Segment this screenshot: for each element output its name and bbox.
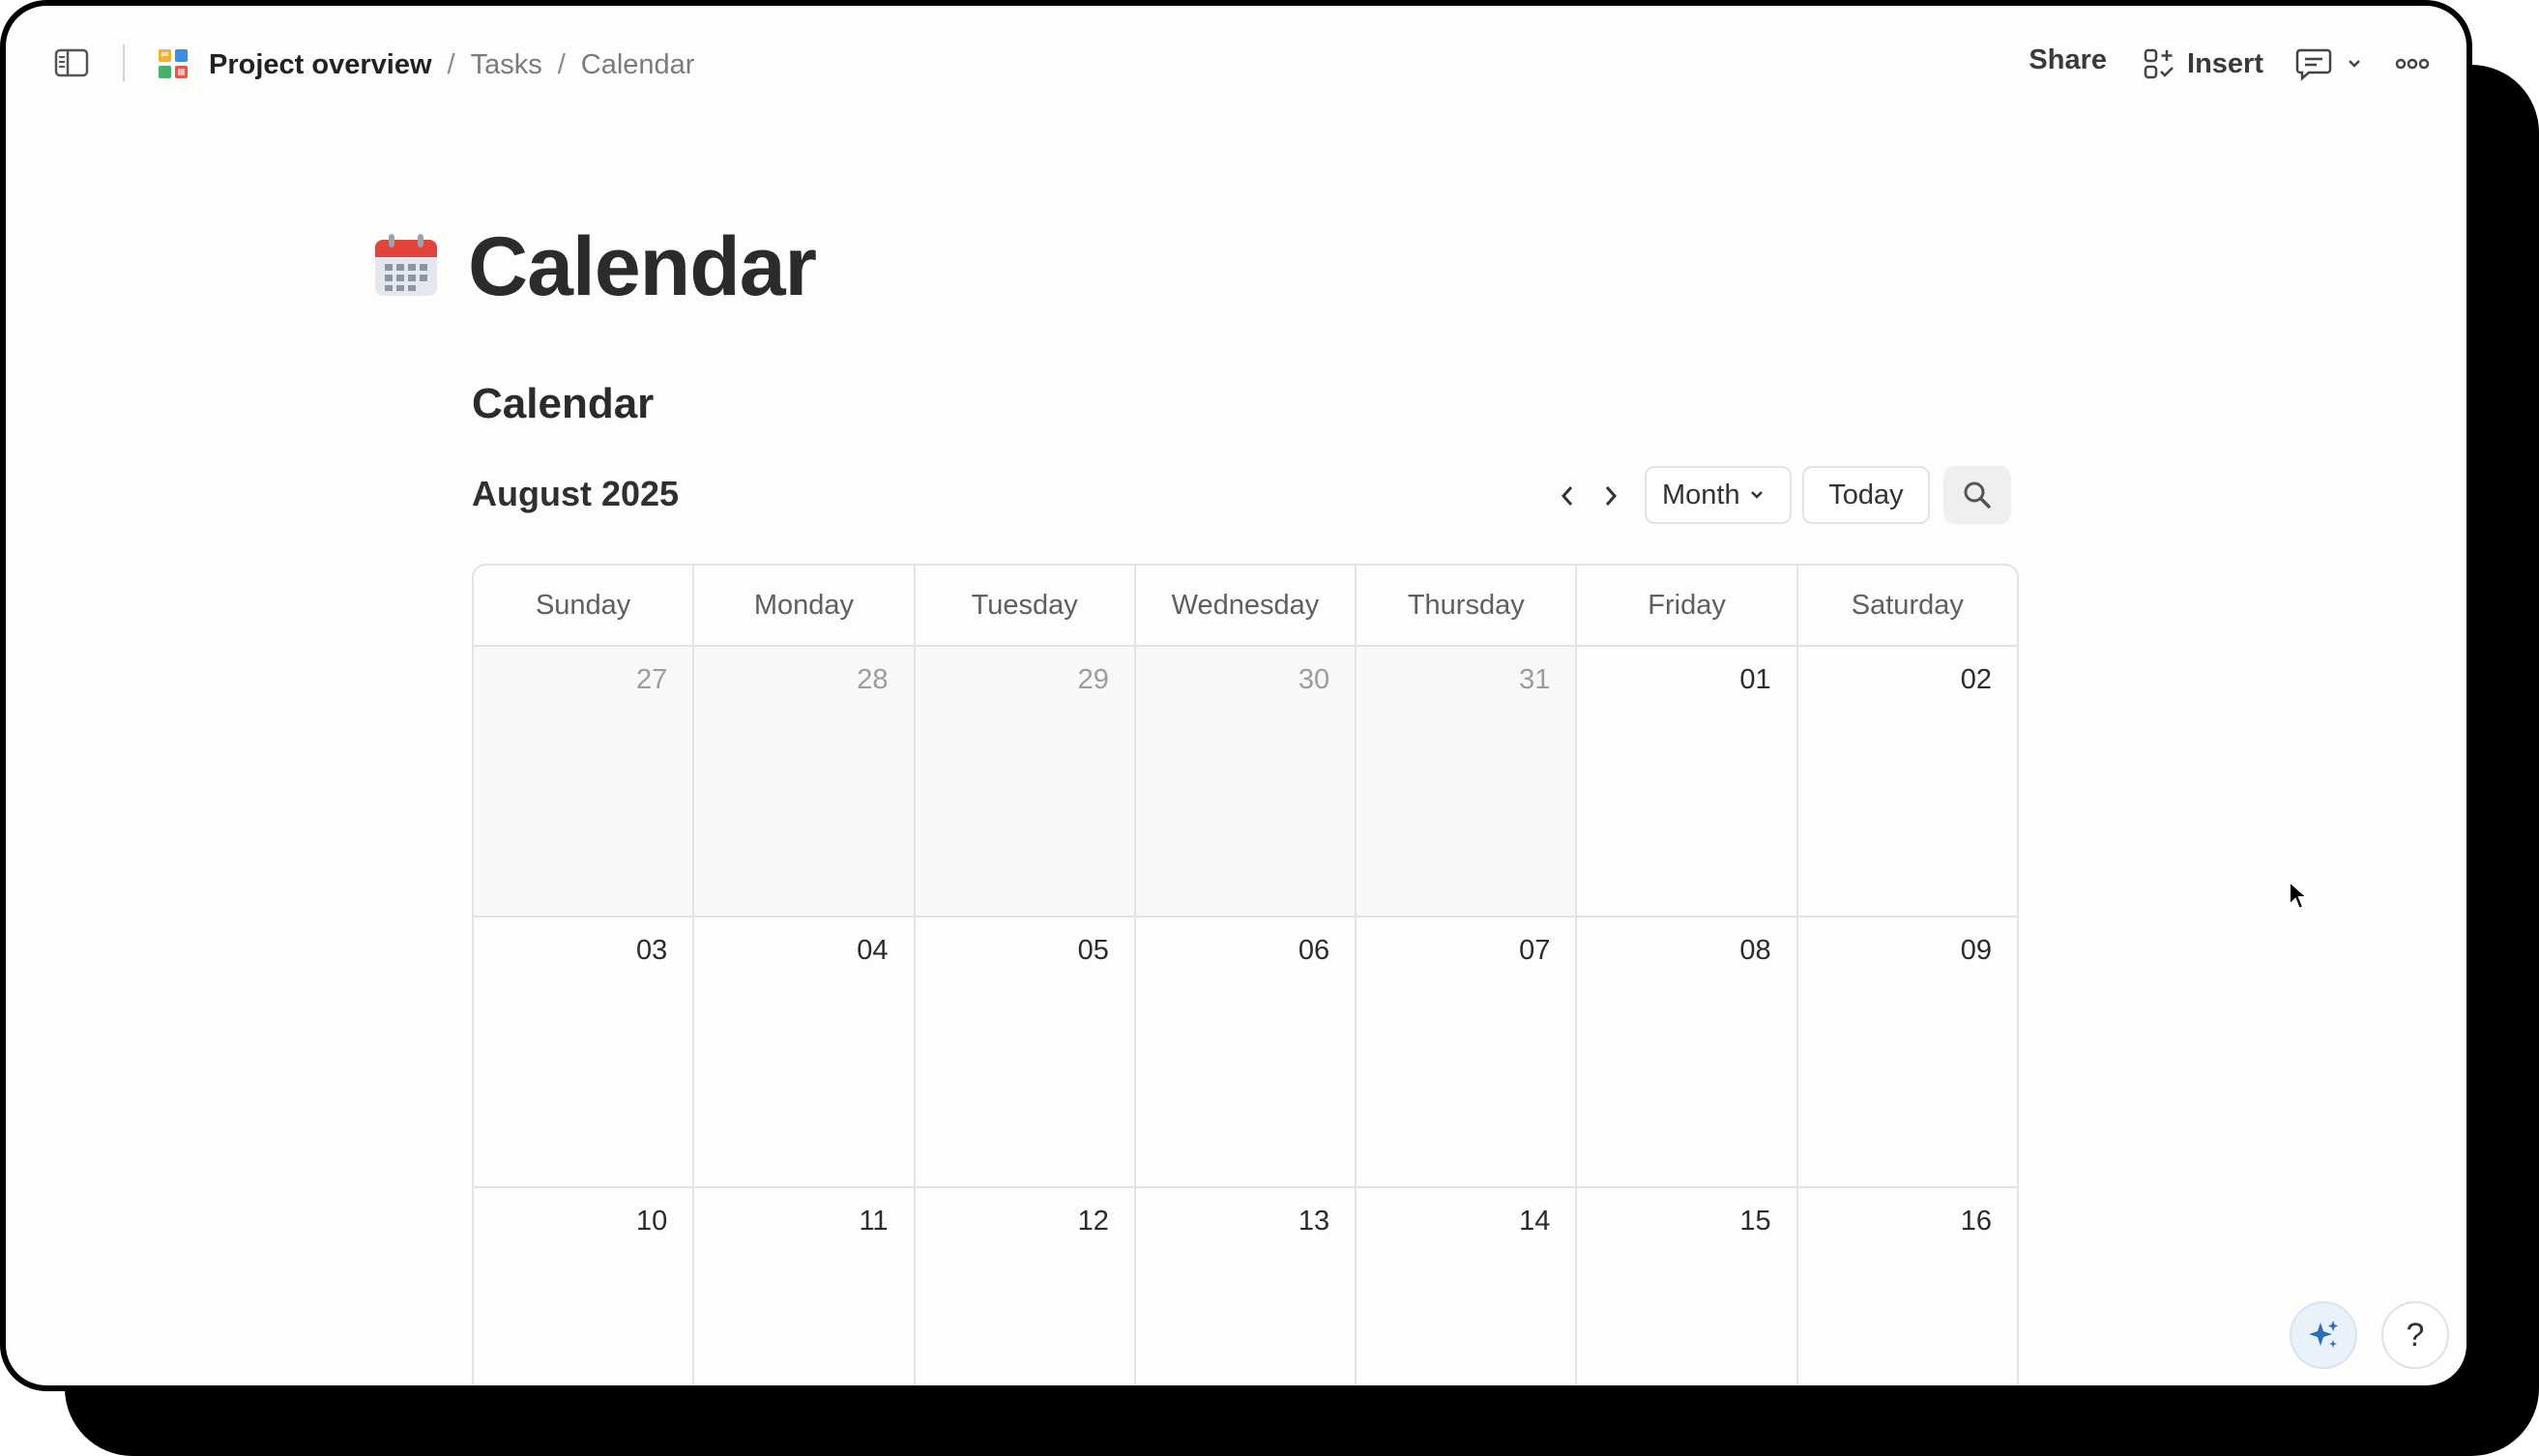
- day-number: 07: [1519, 935, 1551, 966]
- day-number: 05: [1077, 935, 1109, 966]
- day-cell[interactable]: 16: [1798, 1188, 2017, 1385]
- page-title[interactable]: Calendar: [468, 217, 817, 317]
- week-row: 10 11 12 13 14 15 16: [474, 1188, 2017, 1385]
- breadcrumb-current[interactable]: Calendar: [581, 49, 695, 81]
- ai-assistant-button[interactable]: [2290, 1301, 2357, 1369]
- calendar-section-title[interactable]: Calendar: [472, 375, 654, 433]
- day-number: 29: [1077, 664, 1109, 695]
- week-row: 27 28 29 30 31 01 02: [474, 647, 2017, 917]
- insert-icon: [2144, 48, 2174, 79]
- day-cell[interactable]: 13: [1136, 1188, 1357, 1385]
- day-cell[interactable]: 05: [916, 917, 1136, 1186]
- weekday-header: Tuesday: [916, 566, 1136, 645]
- calendar-grid: Sunday Monday Tuesday Wednesday Thursday…: [472, 564, 2019, 1385]
- weekday-header-row: Sunday Monday Tuesday Wednesday Thursday…: [474, 566, 2017, 647]
- day-cell[interactable]: 29: [915, 647, 1136, 916]
- breadcrumb-separator: /: [557, 48, 566, 80]
- view-mode-select[interactable]: Month: [1645, 466, 1792, 524]
- day-cell[interactable]: 15: [1577, 1188, 1798, 1385]
- day-number: 16: [1960, 1206, 1992, 1237]
- weekday-header: Friday: [1577, 566, 1798, 645]
- project-doc-icon: [159, 49, 188, 78]
- day-number: 14: [1519, 1206, 1551, 1237]
- mouse-cursor-icon: [2289, 880, 2309, 911]
- breadcrumb-tasks[interactable]: Tasks: [471, 49, 542, 81]
- day-cell[interactable]: 09: [1798, 917, 2017, 1186]
- next-month-button[interactable]: [1596, 480, 1625, 512]
- day-cell[interactable]: 27: [474, 647, 695, 916]
- weekday-header: Sunday: [474, 566, 695, 645]
- day-cell[interactable]: 03: [474, 917, 695, 1186]
- day-number: 04: [857, 935, 889, 966]
- day-cell[interactable]: 28: [694, 647, 916, 916]
- more-icon[interactable]: [2395, 52, 2430, 75]
- day-number: 09: [1960, 935, 1992, 966]
- previous-month-button[interactable]: [1553, 480, 1582, 512]
- share-button[interactable]: Share: [2028, 44, 2107, 76]
- day-cell[interactable]: 04: [694, 917, 916, 1186]
- day-number: 06: [1298, 935, 1330, 966]
- breadcrumb: Project overview / Tasks / Calendar: [209, 44, 694, 85]
- day-cell[interactable]: 10: [474, 1188, 695, 1385]
- insert-label: Insert: [2187, 47, 2263, 79]
- day-number: 03: [636, 935, 668, 966]
- day-number: 31: [1519, 664, 1551, 695]
- comment-icon[interactable]: [2295, 46, 2332, 81]
- search-button[interactable]: [1943, 466, 2011, 524]
- topbar-divider: [123, 44, 125, 81]
- day-cell[interactable]: 11: [694, 1188, 916, 1385]
- insert-button[interactable]: Insert: [2143, 44, 2263, 83]
- week-row: 03 04 05 06 07 08 09: [474, 917, 2017, 1188]
- chevron-down-icon: [1750, 491, 1763, 499]
- help-button[interactable]: ?: [2381, 1301, 2449, 1369]
- day-cell[interactable]: 12: [916, 1188, 1136, 1385]
- app-window: Project overview / Tasks / Calendar Shar…: [0, 0, 2472, 1391]
- sparkle-icon: [2309, 1321, 2338, 1348]
- chevron-down-icon[interactable]: [2345, 54, 2364, 73]
- day-number: 02: [1960, 664, 1992, 695]
- day-cell[interactable]: 31: [1357, 647, 1578, 916]
- search-icon: [1964, 481, 1991, 509]
- day-number: 27: [636, 664, 668, 695]
- day-cell[interactable]: 08: [1577, 917, 1798, 1186]
- top-bar: Project overview / Tasks / Calendar Shar…: [6, 6, 2466, 122]
- weekday-header: Wednesday: [1136, 566, 1357, 645]
- breadcrumb-separator: /: [447, 48, 455, 80]
- view-mode-label: Month: [1662, 479, 1740, 510]
- day-cell[interactable]: 07: [1357, 917, 1578, 1186]
- day-cell[interactable]: 01: [1577, 647, 1798, 916]
- day-number: 11: [859, 1206, 889, 1237]
- day-number: 01: [1739, 664, 1771, 695]
- day-number: 28: [857, 664, 889, 695]
- day-number: 30: [1298, 664, 1330, 695]
- day-cell[interactable]: 02: [1798, 647, 2017, 916]
- day-number: 08: [1739, 935, 1771, 966]
- day-cell[interactable]: 14: [1357, 1188, 1578, 1385]
- day-number: 13: [1298, 1206, 1330, 1237]
- month-label: August 2025: [472, 474, 680, 513]
- breadcrumb-project[interactable]: Project overview: [209, 49, 432, 81]
- sidebar-toggle-icon[interactable]: [54, 48, 89, 77]
- weekday-header: Monday: [694, 566, 916, 645]
- weekday-header: Saturday: [1851, 589, 1964, 621]
- day-number: 10: [636, 1206, 668, 1237]
- weekday-header: Thursday: [1357, 566, 1578, 645]
- day-cell[interactable]: 30: [1135, 647, 1357, 916]
- day-number: 12: [1077, 1206, 1109, 1237]
- today-button[interactable]: Today: [1802, 466, 1930, 524]
- day-number: 15: [1739, 1206, 1771, 1237]
- calendar-emoji-icon[interactable]: [371, 230, 441, 300]
- day-cell[interactable]: 06: [1136, 917, 1357, 1186]
